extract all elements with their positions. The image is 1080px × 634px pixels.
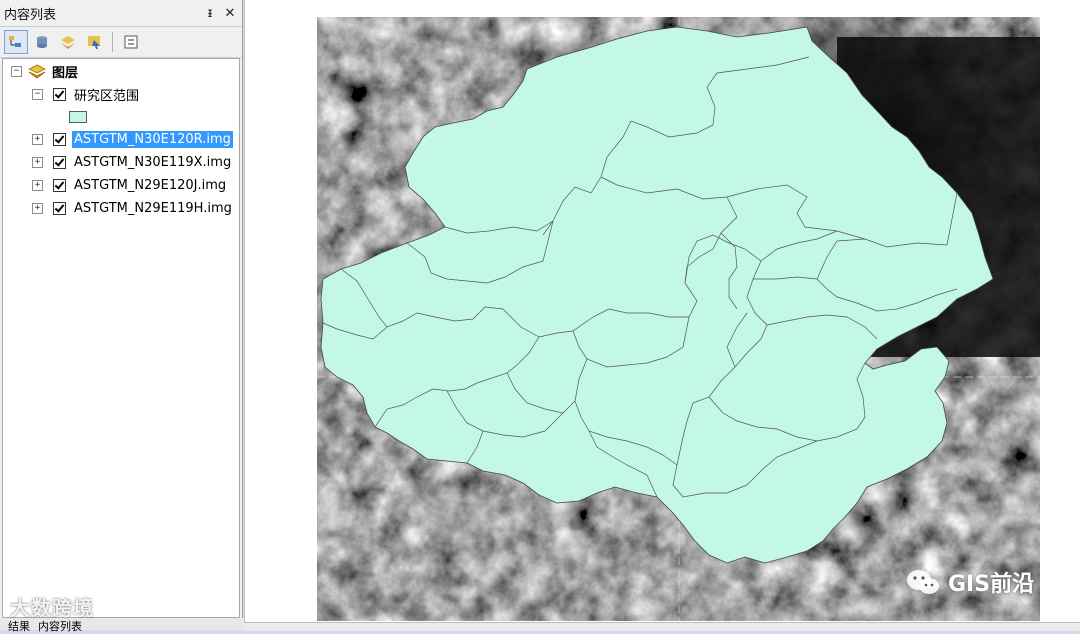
list-by-drawing-order-icon[interactable] (4, 30, 28, 54)
collapse-icon[interactable]: − (32, 88, 43, 100)
watermark-left: 大数跨境 (10, 596, 94, 620)
layer-name: 研究区范围 (74, 88, 140, 104)
watermark-right: GIS前沿 (904, 566, 1034, 598)
collapse-icon[interactable]: − (11, 65, 22, 77)
layers-root[interactable]: − 图层 (11, 61, 78, 81)
table-of-contents-panel: 内容列表 ᵻ ✕ − 图层 − 研究区范围 + ASTGTM_N30E120R.… (0, 0, 250, 633)
layer-visibility-checkbox[interactable] (53, 201, 66, 215)
map-canvas[interactable] (317, 17, 1040, 621)
layer-symbol-row[interactable] (69, 107, 87, 127)
layer-visibility-checkbox[interactable] (53, 87, 66, 101)
expand-icon[interactable]: + (32, 179, 43, 191)
layer-name: ASTGTM_N29E119H.img (74, 200, 232, 216)
layer-name: ASTGTM_N29E120J.img (74, 177, 227, 193)
toc-toolbar (0, 27, 242, 58)
study-area-symbol-swatch[interactable] (69, 111, 87, 123)
layers-icon (28, 64, 46, 79)
close-icon[interactable]: ✕ (222, 6, 238, 21)
layers-root-label: 图层 (52, 65, 79, 81)
layer-visibility-checkbox[interactable] (53, 155, 66, 169)
layer-item-study-area[interactable]: − 研究区范围 (32, 84, 139, 104)
layer-name: ASTGTM_N30E120R.img (72, 130, 233, 148)
toc-title: 内容列表 (4, 7, 57, 23)
layer-item-raster[interactable]: + ASTGTM_N30E119X.img (32, 152, 231, 172)
toolbar-separator (112, 32, 113, 52)
pin-icon[interactable]: ᵻ (202, 6, 218, 21)
layer-name: ASTGTM_N30E119X.img (74, 154, 232, 170)
expand-icon[interactable]: + (32, 133, 43, 145)
layer-tree: − 图层 − 研究区范围 + ASTGTM_N30E120R.img + AST… (2, 58, 240, 618)
expand-icon[interactable]: + (32, 202, 43, 214)
layer-item-raster[interactable]: + ASTGTM_N29E120J.img (32, 175, 226, 195)
layer-item-raster[interactable]: + ASTGTM_N30E120R.img (32, 129, 233, 149)
layer-item-raster[interactable]: + ASTGTM_N29E119H.img (32, 198, 232, 218)
toc-title-bar: 内容列表 ᵻ ✕ (0, 0, 242, 27)
wechat-icon (907, 570, 939, 594)
options-icon[interactable] (119, 30, 143, 54)
layer-visibility-checkbox[interactable] (53, 132, 66, 146)
expand-icon[interactable]: + (32, 156, 43, 168)
list-by-selection-icon[interactable] (82, 30, 106, 54)
watermark-right-text: GIS前沿 (948, 572, 1035, 597)
list-by-visibility-icon[interactable] (56, 30, 80, 54)
list-by-source-icon[interactable] (30, 30, 54, 54)
layer-visibility-checkbox[interactable] (53, 178, 66, 192)
